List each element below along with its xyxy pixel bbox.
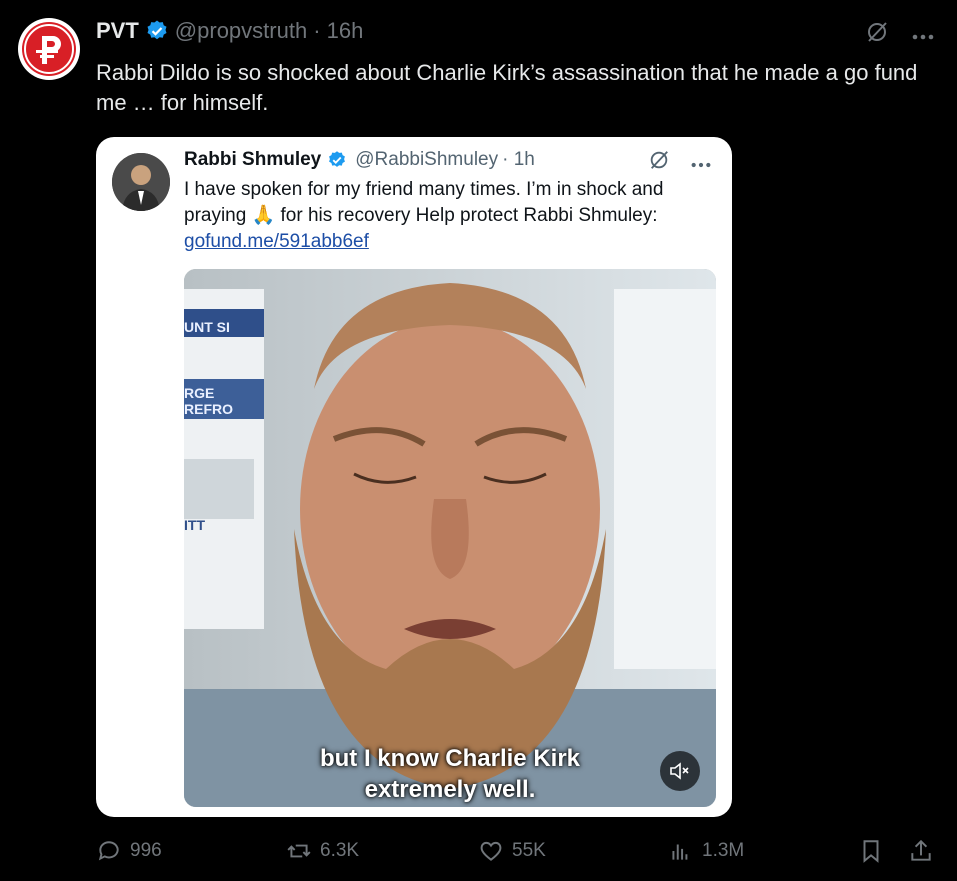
share-icon bbox=[911, 839, 931, 861]
verified-badge-icon bbox=[327, 150, 347, 170]
video-poster-text: UNT SI RGE REFRO ITT bbox=[184, 319, 233, 533]
quoted-tweet-text: I have spoken for my friend many times. … bbox=[184, 177, 724, 255]
caption-line: but I know Charlie Kirk bbox=[319, 745, 581, 772]
quoted-post-time[interactable]: · 1h bbox=[502, 149, 535, 171]
tweet-action-bar: 996 6.3K 55K 1.3M bbox=[96, 838, 941, 870]
repost-count: 6.3K bbox=[320, 840, 360, 861]
poster-line: ITT bbox=[184, 517, 205, 533]
views-button[interactable]: 1.3M bbox=[668, 838, 744, 864]
bookmark-icon bbox=[863, 840, 879, 863]
poster-line: RGE bbox=[184, 385, 215, 401]
author-avatar[interactable] bbox=[18, 18, 80, 80]
grok-icon[interactable] bbox=[865, 20, 889, 48]
video-frame bbox=[184, 269, 716, 807]
caption-line: extremely well. bbox=[364, 776, 536, 803]
tweet-top-actions bbox=[865, 20, 935, 48]
share-button[interactable] bbox=[908, 838, 934, 864]
views-count: 1.3M bbox=[702, 840, 745, 861]
quoted-author-avatar[interactable] bbox=[112, 153, 170, 211]
video-player[interactable]: UNT SI RGE REFRO ITT but I know Charlie … bbox=[184, 269, 716, 807]
reply-button[interactable]: 996 bbox=[96, 838, 162, 864]
quoted-tweet-actions bbox=[648, 149, 712, 177]
more-options-icon[interactable] bbox=[690, 152, 712, 175]
reply-count: 996 bbox=[130, 840, 162, 861]
more-options-icon[interactable] bbox=[911, 23, 935, 45]
quoted-tweet-header: Rabbi Shmuley @RabbiShmuley · 1h bbox=[184, 149, 535, 171]
tweet-header: PVT @propvstruth · 16h bbox=[96, 18, 363, 44]
video-caption: but I know Charlie Kirk extremely well. bbox=[184, 743, 716, 805]
quoted-author-handle[interactable]: @RabbiShmuley bbox=[355, 149, 498, 171]
quoted-author-name[interactable]: Rabbi Shmuley bbox=[184, 149, 321, 171]
repost-button[interactable]: 6.3K bbox=[286, 838, 359, 864]
author-handle[interactable]: @propvstruth bbox=[175, 18, 307, 44]
poster-line: UNT SI bbox=[184, 319, 230, 335]
grok-icon[interactable] bbox=[648, 149, 670, 177]
like-button[interactable]: 55K bbox=[478, 838, 546, 864]
gofundme-link[interactable]: gofund.me/591abb6ef bbox=[184, 229, 724, 255]
tweet: PVT @propvstruth · 16h Rabbi Dildo is so… bbox=[0, 0, 957, 881]
tweet-text: Rabbi Dildo is so shocked about Charlie … bbox=[96, 60, 918, 115]
repost-icon bbox=[287, 844, 311, 858]
post-time[interactable]: · 16h bbox=[313, 18, 363, 44]
bookmark-button[interactable] bbox=[858, 838, 884, 864]
poster-line: REFRO bbox=[184, 401, 233, 417]
reply-icon bbox=[98, 841, 119, 861]
heart-icon bbox=[480, 841, 502, 861]
verified-badge-icon bbox=[145, 19, 169, 43]
quoted-tweet[interactable]: Rabbi Shmuley @RabbiShmuley · 1h I have … bbox=[96, 137, 732, 817]
quoted-tweet-body: I have spoken for my friend many times. … bbox=[184, 179, 664, 226]
like-count: 55K bbox=[512, 840, 546, 861]
author-name[interactable]: PVT bbox=[96, 18, 139, 44]
pvt-logo-icon bbox=[22, 22, 76, 76]
mute-toggle-icon[interactable] bbox=[660, 751, 700, 791]
views-icon bbox=[672, 844, 688, 860]
